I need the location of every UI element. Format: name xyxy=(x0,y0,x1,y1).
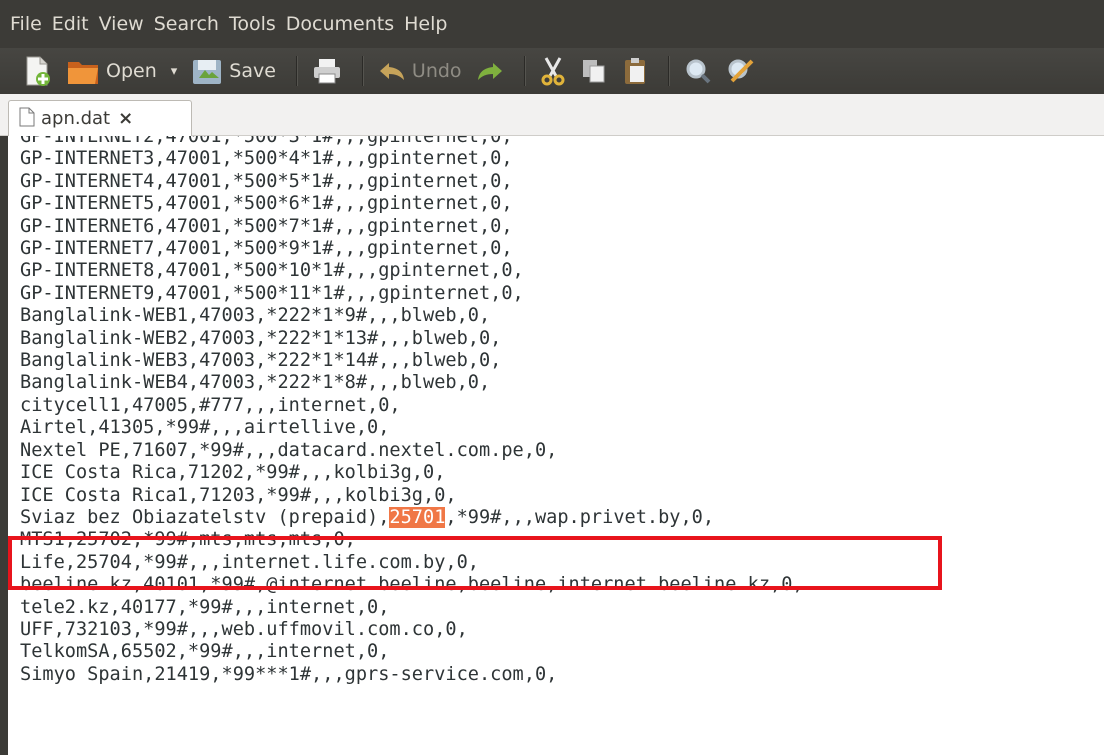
editor-line: GP-INTERNET5,47001,*500*6*1#,,,gpinterne… xyxy=(20,193,513,215)
clipboard-icon xyxy=(622,56,648,86)
undo-arrow-icon xyxy=(378,59,406,83)
highlighted-line: Sviaz bez Obiazatelstv (prepaid),25701,*… xyxy=(20,506,804,529)
copy-icon xyxy=(580,57,608,85)
editor-line: citycell1,47005,#777,,,internet,0, xyxy=(20,394,401,416)
editor-line: Banglalink-WEB3,47003,*222*1*14#,,,blweb… xyxy=(20,350,502,372)
replace-button[interactable] xyxy=(726,51,756,91)
printer-icon xyxy=(312,57,342,85)
tab-label: apn.dat xyxy=(41,108,111,129)
magnifier-icon xyxy=(684,57,712,85)
paste-button[interactable] xyxy=(622,51,648,91)
save-button[interactable]: Save xyxy=(191,51,276,91)
toolbar-separator xyxy=(295,56,298,86)
menu-bar: File Edit View Search Tools Documents He… xyxy=(0,0,1104,48)
selected-text: 25701 xyxy=(389,506,446,528)
open-label: Open xyxy=(106,60,157,82)
toolbar-separator xyxy=(523,56,526,86)
save-label: Save xyxy=(229,60,276,82)
editor-lines: GP-INTERNET2,47001,*500*3*1#,,,gpinterne… xyxy=(20,136,804,686)
undo-label: Undo xyxy=(411,60,462,82)
menu-tools[interactable]: Tools xyxy=(229,13,276,35)
find-button[interactable] xyxy=(684,51,712,91)
line-text-before: Sviaz bez Obiazatelstv (prepaid), xyxy=(20,506,390,528)
editor-line: Banglalink-WEB1,47003,*222*1*9#,,,blweb,… xyxy=(20,305,491,327)
toolbar-separator xyxy=(667,56,670,86)
editor-line: GP-INTERNET8,47001,*500*10*1#,,,gpintern… xyxy=(20,260,524,282)
redo-button[interactable] xyxy=(476,51,504,91)
toolbar-separator xyxy=(361,56,364,86)
editor-line: ICE Costa Rica1,71203,*99#,,,kolbi3g,0, xyxy=(20,484,457,506)
menu-help[interactable]: Help xyxy=(404,13,447,35)
editor-line: GP-INTERNET6,47001,*500*7*1#,,,gpinterne… xyxy=(20,215,513,237)
editor-line: GP-INTERNET3,47001,*500*4*1#,,,gpinterne… xyxy=(20,148,513,170)
print-button[interactable] xyxy=(312,51,342,91)
line-text-after: ,*99#,,,wap.privet.by,0, xyxy=(445,506,715,528)
toolbar: Open ▾ Save Undo xyxy=(0,48,1104,94)
find-replace-icon xyxy=(726,57,756,85)
text-editor[interactable]: GP-INTERNET2,47001,*500*3*1#,,,gpinterne… xyxy=(0,136,1104,755)
redo-arrow-icon xyxy=(476,59,504,83)
chevron-down-icon[interactable]: ▾ xyxy=(171,64,178,79)
editor-line: GP-INTERNET2,47001,*500*3*1#,,,gpinterne… xyxy=(20,136,513,147)
editor-line: Banglalink-WEB4,47003,*222*1*8#,,,blweb,… xyxy=(20,372,491,394)
tab-apn-dat[interactable]: apn.dat × xyxy=(8,100,192,136)
copy-button[interactable] xyxy=(580,51,608,91)
tab-bar: apn.dat × xyxy=(0,94,1104,136)
editor-line: GP-INTERNET9,47001,*500*11*1#,,,gpintern… xyxy=(20,282,524,304)
editor-line: GP-INTERNET7,47001,*500*9*1#,,,gpinterne… xyxy=(20,238,513,260)
editor-line: UFF,732103,*99#,,,web.uffmovil.com.co,0, xyxy=(20,618,468,640)
cut-button[interactable] xyxy=(540,51,566,91)
editor-line: tele2.kz,40177,*99#,,,internet,0, xyxy=(20,596,390,618)
editor-line: Banglalink-WEB2,47003,*222*1*13#,,,blweb… xyxy=(20,327,502,349)
editor-line: GP-INTERNET4,47001,*500*5*1#,,,gpinterne… xyxy=(20,170,513,192)
new-document-button[interactable] xyxy=(22,51,52,91)
close-icon[interactable]: × xyxy=(118,108,133,129)
folder-icon xyxy=(66,56,100,86)
menu-edit[interactable]: Edit xyxy=(52,13,89,35)
open-button[interactable]: Open ▾ xyxy=(66,51,177,91)
editor-line: ICE Costa Rica,71202,*99#,,,kolbi3g,0, xyxy=(20,462,446,484)
new-document-icon xyxy=(22,55,52,87)
save-icon xyxy=(191,56,223,86)
menu-file[interactable]: File xyxy=(10,13,42,35)
editor-line: MTS1,25702,*99#,mts,mts,mts,0, xyxy=(20,529,356,551)
editor-line: Airtel,41305,*99#,,,airtellive,0, xyxy=(20,417,390,439)
menu-search[interactable]: Search xyxy=(154,13,219,35)
editor-line: TelkomSA,65502,*99#,,,internet,0, xyxy=(20,641,390,663)
undo-button[interactable]: Undo xyxy=(378,51,462,91)
editor-line: Life,25704,*99#,,,internet.life.com.by,0… xyxy=(20,551,479,573)
editor-line: Simyo Spain,21419,*99***1#,,,gprs-servic… xyxy=(20,663,558,685)
menu-view[interactable]: View xyxy=(99,13,144,35)
editor-line: beeline.kz,40101,*99#,@internet.beeline,… xyxy=(20,574,804,596)
editor-line: Nextel PE,71607,*99#,,,datacard.nextel.c… xyxy=(20,439,558,461)
menu-documents[interactable]: Documents xyxy=(286,13,394,35)
document-icon xyxy=(19,107,35,131)
scissors-icon xyxy=(540,56,566,86)
